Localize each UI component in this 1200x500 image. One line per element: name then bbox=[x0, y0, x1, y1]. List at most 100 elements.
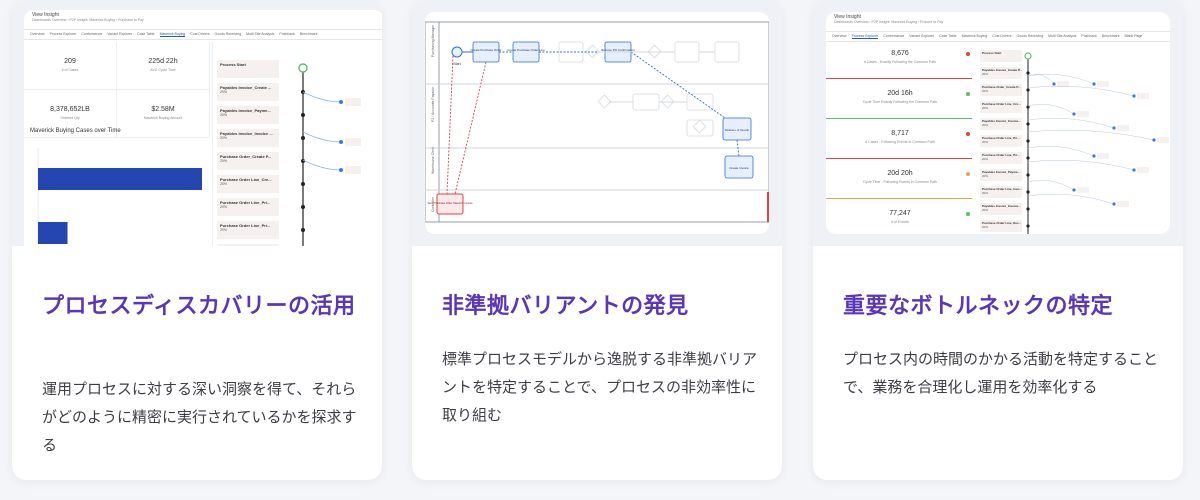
tab-3[interactable]: Variant Explorer bbox=[107, 32, 132, 36]
process-step[interactable]: Payables Invoice_Create P... 20% bbox=[980, 67, 1022, 79]
tab-10[interactable]: Benchmark bbox=[1102, 34, 1120, 38]
branch-node bbox=[1092, 154, 1096, 158]
branch-line bbox=[1027, 117, 1115, 129]
tab-10[interactable]: Benchmark bbox=[300, 32, 318, 36]
process-step[interactable]: Purchase Order Line_Pri... 20% bbox=[980, 152, 1022, 164]
process-step[interactable]: Payables Invoice_Payme... 20% bbox=[980, 169, 1022, 181]
card-screenshot: View Insight Dashboards Overview › P2P I… bbox=[12, 0, 382, 246]
tab-7[interactable]: Goods Receiving bbox=[215, 32, 242, 36]
stat-block: 20d 16h Cycle Time Exactly Following the … bbox=[826, 90, 974, 104]
tab-4[interactable]: Case Table bbox=[137, 32, 154, 36]
kpi-value: 225d 22h bbox=[148, 58, 178, 65]
process-step-percent: 20% bbox=[982, 89, 989, 93]
step-node bbox=[301, 136, 305, 140]
process-step[interactable]: Purchase Order Line_Invo...20% bbox=[980, 186, 1022, 198]
process-step[interactable]: Purchase Order Line_Pri... 20% bbox=[217, 198, 279, 216]
tab-5[interactable]: Maverick Buying bbox=[962, 34, 988, 38]
process-step[interactable]: Payables Invoice_Payme... 20% bbox=[217, 106, 279, 124]
task-node-faded bbox=[674, 41, 700, 63]
tab-2[interactable]: Conformance bbox=[883, 34, 904, 38]
process-step[interactable]: Purchase Order Line_Pri... 20% bbox=[217, 221, 279, 239]
stat-divider bbox=[826, 198, 972, 199]
process-map: Process Start Payables Invoice_Create ...… bbox=[212, 42, 382, 246]
lane-label: Purchasing Manager bbox=[431, 24, 435, 57]
tab-7[interactable]: Goods Receiving bbox=[1017, 34, 1044, 38]
step-node bbox=[1026, 173, 1030, 177]
branch-node bbox=[1152, 138, 1156, 142]
tab-4[interactable]: Case Table bbox=[939, 34, 956, 38]
card-title: 非準拠バリアントの発見 bbox=[442, 294, 689, 319]
process-step-percent: 20% bbox=[220, 159, 228, 163]
tab-9[interactable]: Pushback bbox=[279, 32, 294, 36]
stat-value: 8,676 bbox=[891, 50, 909, 57]
process-step[interactable]: Purchase Order Line_Cre... 20% bbox=[980, 101, 1022, 113]
feature-card-nonconforming-variants[interactable]: Purchasing Manager P2 / Accounts Payable… bbox=[412, 0, 782, 480]
tab-6[interactable]: Cost Drivers bbox=[190, 32, 209, 36]
branch-line bbox=[1027, 129, 1155, 141]
step-node bbox=[1026, 207, 1030, 211]
branch-line bbox=[1027, 104, 1075, 115]
breadcrumb: Dashboards Overview › P2P Insight: Maver… bbox=[834, 20, 944, 24]
step-node bbox=[301, 182, 305, 186]
bpmn-screenshot: Purchasing Manager P2 / Accounts Payable… bbox=[425, 12, 769, 234]
tab-8[interactable]: Multi Site Analysis bbox=[1048, 34, 1076, 38]
breadcrumb: Dashboards Overview › P2P Insight: Maver… bbox=[32, 18, 144, 22]
branch-label bbox=[1137, 93, 1149, 99]
tab-8[interactable]: Multi Site Analysis bbox=[246, 32, 274, 36]
node-label: Start bbox=[453, 62, 460, 66]
process-step[interactable]: Purchase Order_Create P... 20% bbox=[217, 152, 279, 170]
branch-label bbox=[1097, 81, 1109, 87]
tab-0[interactable]: Overview bbox=[30, 32, 45, 36]
process-step[interactable]: Payables Invoice_Invoice... 20% bbox=[980, 203, 1022, 215]
process-step-name: Purchase Order Line_Invo... bbox=[217, 244, 279, 246]
feature-card-bottlenecks[interactable]: View Insight Dashboards Overview › P2P I… bbox=[813, 0, 1183, 480]
task-node bbox=[512, 41, 540, 63]
start-event bbox=[451, 46, 463, 58]
tab-6[interactable]: Cost Drivers bbox=[992, 34, 1011, 38]
tab-2[interactable]: Conformance bbox=[81, 32, 102, 36]
dashboard-screenshot: View Insight Dashboards Overview › P2P I… bbox=[24, 10, 382, 246]
branch-label bbox=[1097, 153, 1109, 159]
process-step[interactable]: Purchase Order Line_Rec... 20% bbox=[980, 220, 1022, 232]
tab-0[interactable]: Overview bbox=[832, 34, 847, 38]
tab-9[interactable]: Pushback bbox=[1081, 34, 1096, 38]
kpi-label: Ordered Qty bbox=[60, 116, 80, 120]
kpi-value: 8,378,652LB bbox=[50, 106, 90, 113]
process-step[interactable]: Process Start bbox=[217, 60, 279, 78]
branch-label bbox=[1117, 125, 1129, 131]
process-step-percent: 20% bbox=[982, 140, 989, 144]
branch-node bbox=[339, 140, 343, 144]
tab-1[interactable]: Process Explorer bbox=[851, 34, 879, 39]
stat-label: # Cases - Exactly Following the Common P… bbox=[863, 60, 937, 64]
process-step-percent: 20% bbox=[982, 72, 989, 76]
branch-line bbox=[1027, 85, 1135, 97]
app-header: View Insight Dashboards Overview › P2P I… bbox=[24, 10, 382, 30]
branch-node bbox=[339, 168, 343, 172]
process-step-name: Purchase Order Line_Cre... bbox=[220, 177, 272, 182]
feature-card-process-discovery[interactable]: View Insight Dashboards Overview › P2P I… bbox=[12, 0, 382, 480]
process-step[interactable]: Payables Invoice_Create ... 20% bbox=[217, 83, 279, 101]
branch-label bbox=[1157, 137, 1169, 143]
process-step[interactable]: Process Start bbox=[980, 50, 1022, 62]
process-explorer-screenshot: View Insight Dashboards Overview › P2P I… bbox=[826, 12, 1170, 234]
card-screenshot: Purchasing Manager P2 / Accounts Payable… bbox=[412, 0, 782, 246]
step-node bbox=[1026, 71, 1030, 75]
process-step[interactable]: Purchase Order Line_Pri... 20% bbox=[980, 135, 1022, 147]
tab-bar: Overview Process Explorer Conformance Varia… bbox=[24, 30, 382, 40]
step-node bbox=[1026, 156, 1030, 160]
process-step[interactable]: Purchase Order_Create P... 20% bbox=[980, 84, 1022, 96]
tab-11[interactable]: Blank Page bbox=[1124, 34, 1142, 38]
process-step[interactable]: Payables Invoice_Invoice ... 20% bbox=[217, 129, 279, 147]
card-title: 重要なボトルネックの特定 bbox=[843, 294, 1114, 319]
process-step[interactable]: Payables Invoice_Invoice... 20% bbox=[980, 118, 1022, 130]
tab-5[interactable]: Maverick Buying bbox=[159, 32, 186, 37]
process-step-percent: 20% bbox=[982, 174, 989, 178]
status-dot bbox=[966, 212, 970, 216]
process-step-percent: 20% bbox=[220, 205, 228, 209]
kpi-label: Maverick Buying Amount bbox=[143, 116, 183, 120]
step-node bbox=[1026, 139, 1030, 143]
tab-1[interactable]: Process Explorer bbox=[50, 32, 77, 36]
process-step[interactable]: Purchase Order Line_Cre... 20% bbox=[217, 175, 279, 193]
process-step[interactable]: Purchase Order Line_Invo...20% bbox=[217, 244, 279, 246]
tab-3[interactable]: Variant Explorer bbox=[909, 34, 934, 38]
